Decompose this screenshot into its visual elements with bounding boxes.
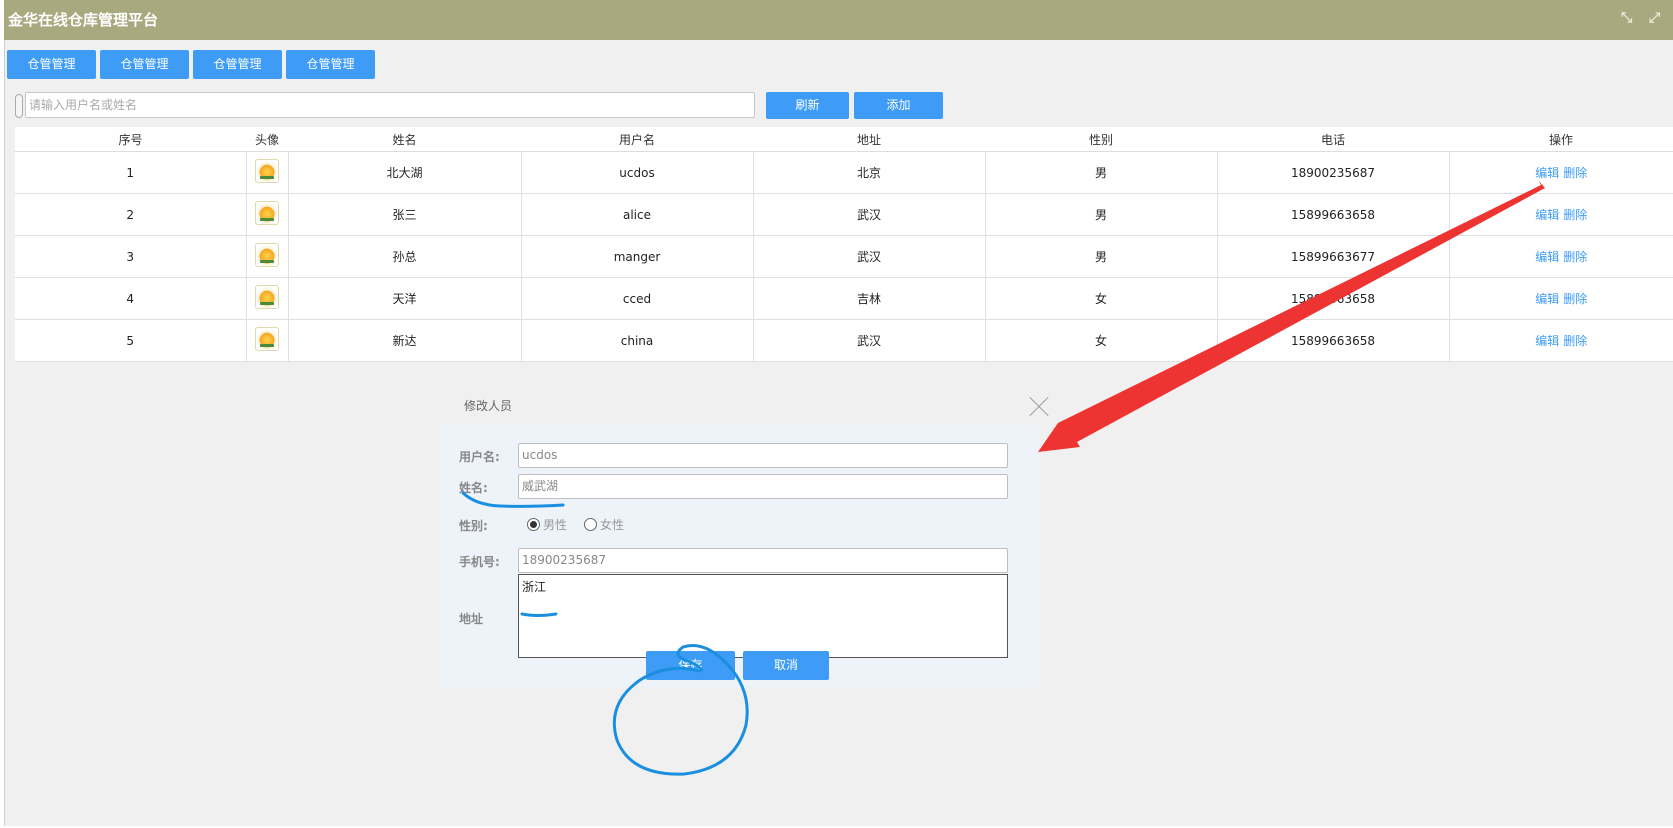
header-avatar: 头像 (246, 127, 288, 152)
cell-no: 1 (15, 151, 247, 194)
name-field[interactable]: 威武湖 (518, 474, 1008, 499)
header-address: 地址 (753, 127, 985, 152)
table-header-row: 序号 头像 姓名 用户名 地址 性别 电话 操作 (15, 127, 1673, 152)
name-label: 姓名: (459, 481, 488, 495)
cell-address: 吉林 (753, 277, 986, 320)
phone-label: 手机号: (459, 555, 500, 569)
cell-phone: 18900235687 (1217, 151, 1450, 194)
avatar (255, 243, 279, 267)
header-name: 姓名 (288, 127, 521, 152)
table-row: 2 张三 alice 武汉 男 15899663658 编辑 删除 (15, 193, 1673, 236)
window-controls: ⤡ ⤢ (1621, 10, 1665, 26)
search-icon (15, 94, 23, 118)
cell-no: 4 (15, 277, 247, 320)
address-label: 地址 (459, 612, 484, 626)
gender-female-radio[interactable]: 女性 (584, 516, 624, 533)
cell-username: china (521, 319, 754, 362)
radio-unchecked-icon (584, 518, 597, 531)
cell-no: 5 (15, 319, 247, 362)
header-actions: 操作 (1449, 127, 1673, 152)
username-label: 用户名: (459, 450, 500, 464)
refresh-button[interactable]: 刷新 (766, 92, 849, 119)
delete-link[interactable]: 删除 (1563, 292, 1587, 306)
cancel-button[interactable]: 取消 (743, 651, 829, 680)
header-username: 用户名 (521, 127, 753, 152)
avatar (255, 201, 279, 225)
edit-person-dialog: 修改人员 用户名: ucdos 姓名: 威武湖 性别: 男性 女性 手机号: 1… (440, 389, 1039, 689)
phone-field[interactable]: 18900235687 (518, 548, 1008, 573)
edit-link[interactable]: 编辑 (1535, 292, 1559, 306)
cell-name: 新达 (288, 319, 522, 362)
cell-username: alice (521, 193, 754, 236)
edit-link[interactable]: 编辑 (1535, 334, 1559, 348)
edit-link[interactable]: 编辑 (1535, 250, 1559, 264)
cell-username: ucdos (521, 151, 754, 194)
cell-address: 北京 (753, 151, 986, 194)
cell-name: 张三 (288, 193, 522, 236)
nav-button-4[interactable]: 仓管管理 (286, 50, 375, 79)
gender-label: 性别: (459, 519, 488, 533)
nav-button-1[interactable]: 仓管管理 (7, 50, 96, 79)
table-row: 1 北大湖 ucdos 北京 男 18900235687 编辑 删除 (15, 151, 1673, 194)
save-button[interactable]: 保存 (646, 651, 735, 680)
cell-phone: 15899663677 (1217, 235, 1450, 278)
cell-name: 孙总 (288, 235, 522, 278)
search-input[interactable]: 请输入用户名或姓名 (25, 92, 755, 118)
delete-link[interactable]: 删除 (1563, 166, 1587, 180)
cell-gender: 男 (985, 151, 1218, 194)
app-title: 金华在线仓库管理平台 (8, 11, 159, 29)
minimize-icon[interactable]: ⤡ (1621, 10, 1637, 26)
edit-link[interactable]: 编辑 (1535, 166, 1559, 180)
user-table: 序号 头像 姓名 用户名 地址 性别 电话 操作 1 北大湖 ucdos 北京 … (15, 127, 1673, 362)
cell-gender: 男 (985, 193, 1218, 236)
gender-male-radio[interactable]: 男性 (527, 516, 567, 533)
cell-name: 北大湖 (288, 151, 522, 194)
header-gender: 性别 (985, 127, 1217, 152)
delete-link[interactable]: 删除 (1563, 208, 1587, 222)
username-field[interactable]: ucdos (518, 443, 1008, 468)
maximize-icon[interactable]: ⤢ (1649, 10, 1665, 26)
cell-gender: 男 (985, 235, 1218, 278)
cell-gender: 女 (985, 277, 1218, 320)
cell-no: 2 (15, 193, 247, 236)
title-bar: 金华在线仓库管理平台 ⤡ ⤢ (4, 0, 1673, 40)
cell-name: 天洋 (288, 277, 522, 320)
cell-phone: 15899663658 (1217, 319, 1450, 362)
cell-address: 武汉 (753, 193, 986, 236)
table-row: 4 天洋 cced 吉林 女 15899663658 编辑 删除 (15, 277, 1673, 320)
table-row: 5 新达 china 武汉 女 15899663658 编辑 删除 (15, 319, 1673, 362)
avatar (255, 159, 279, 183)
close-icon[interactable] (1026, 396, 1048, 418)
nav-bar: 仓管管理 仓管管理 仓管管理 仓管管理 (7, 50, 375, 79)
avatar (255, 285, 279, 309)
address-textarea[interactable]: 浙江 (518, 574, 1008, 658)
add-button[interactable]: 添加 (854, 92, 943, 119)
cell-address: 武汉 (753, 235, 986, 278)
header-no: 序号 (15, 127, 246, 152)
table-row: 3 孙总 manger 武汉 男 15899663677 编辑 删除 (15, 235, 1673, 278)
edit-link[interactable]: 编辑 (1535, 208, 1559, 222)
cell-username: manger (521, 235, 754, 278)
radio-checked-icon (527, 518, 540, 531)
delete-link[interactable]: 删除 (1563, 334, 1587, 348)
cell-phone: 15899663658 (1217, 277, 1450, 320)
avatar (255, 327, 279, 351)
dialog-title: 修改人员 (464, 399, 513, 413)
delete-link[interactable]: 删除 (1563, 250, 1587, 264)
header-phone: 电话 (1217, 127, 1449, 152)
dialog-form: 用户名: ucdos 姓名: 威武湖 性别: 男性 女性 手机号: 189002… (441, 425, 1039, 687)
cell-no: 3 (15, 235, 247, 278)
cell-address: 武汉 (753, 319, 986, 362)
nav-button-3[interactable]: 仓管管理 (193, 50, 282, 79)
nav-button-2[interactable]: 仓管管理 (100, 50, 189, 79)
cell-username: cced (521, 277, 754, 320)
cell-gender: 女 (985, 319, 1218, 362)
cell-phone: 15899663658 (1217, 193, 1450, 236)
